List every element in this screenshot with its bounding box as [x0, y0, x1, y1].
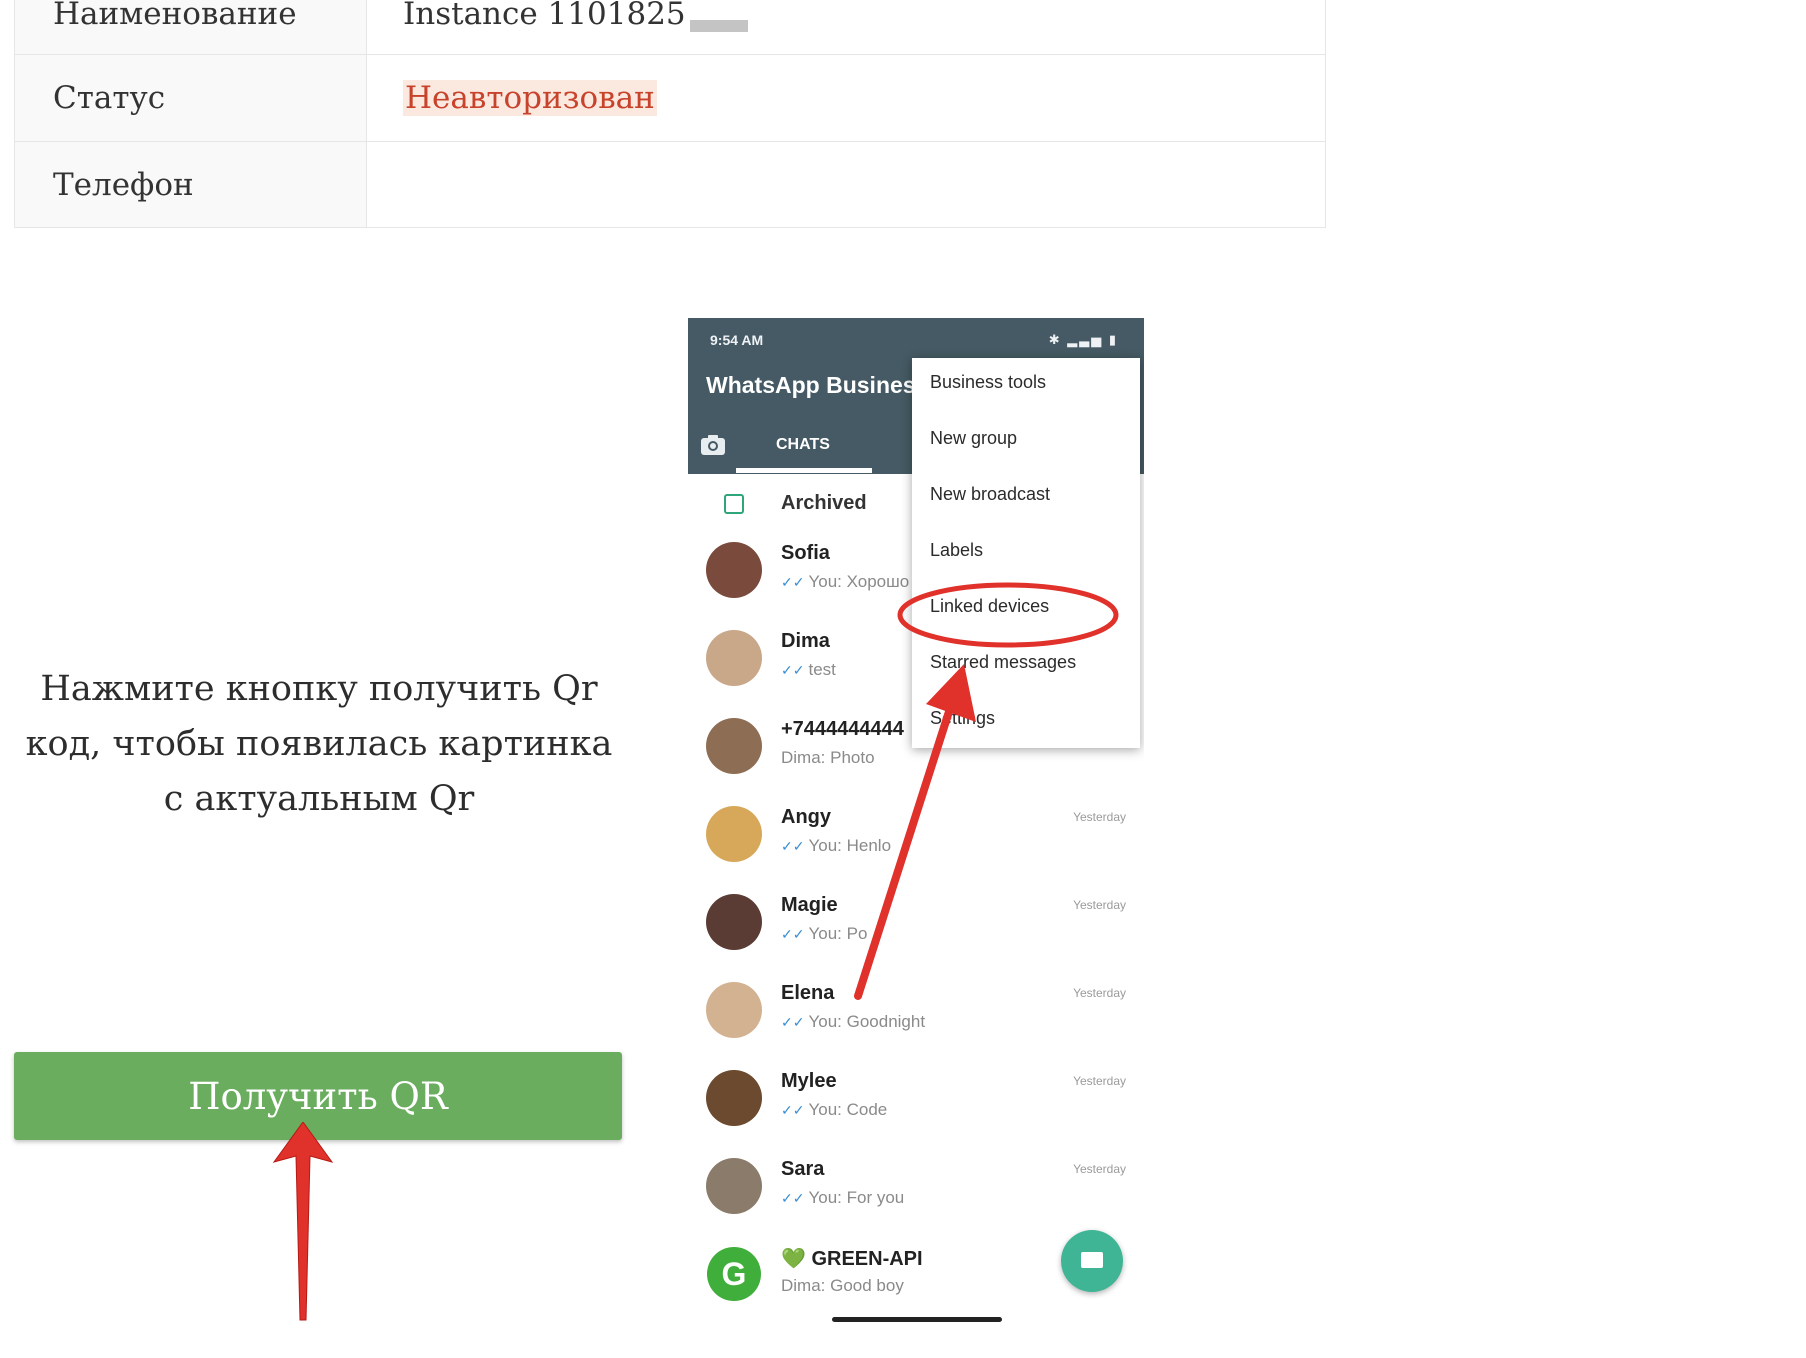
- menu-item-labels: Labels: [930, 540, 984, 560]
- tab-indicator: [736, 468, 872, 473]
- green-api-logo-icon: G: [707, 1247, 761, 1301]
- status-badge: Неавторизован: [403, 80, 657, 116]
- avatar: [706, 630, 762, 686]
- list-item: Sara ✓✓ You: For you Yesterday: [688, 1152, 1144, 1240]
- avatar: [706, 894, 762, 950]
- chat-preview: ✓✓ You: For you: [781, 1188, 904, 1208]
- avatar: [706, 806, 762, 862]
- menu-item-business-tools: Business tools: [930, 372, 1047, 392]
- instruction-text: Нажмите кнопку получить Qr код, чтобы по…: [25, 669, 613, 819]
- status-label: Статус: [15, 55, 367, 141]
- table-row: Телефон: [15, 141, 1325, 227]
- status-value-cell: Неавторизован: [367, 55, 1325, 141]
- phone-label: Телефон: [15, 142, 367, 227]
- home-indicator: [832, 1317, 1002, 1322]
- chat-name: Sara: [781, 1158, 825, 1180]
- chat-time: Yesterday: [1073, 1162, 1126, 1176]
- double-check-icon: ✓✓: [781, 1102, 805, 1118]
- chat-preview-text: You: Хорошо: [808, 572, 910, 591]
- name-label: Наименование: [15, 0, 367, 54]
- chat-time: Yesterday: [1073, 1074, 1126, 1088]
- new-chat-button: [1061, 1230, 1123, 1292]
- avatar: [706, 542, 762, 598]
- table-row: Статус Неавторизован: [15, 54, 1325, 141]
- double-check-icon: ✓✓: [781, 662, 805, 678]
- app-title: WhatsApp Business: [706, 372, 929, 398]
- phone-value: [367, 142, 1325, 227]
- menu-item-new-group: New group: [930, 428, 1018, 448]
- chat-name: Mylee: [781, 1070, 837, 1092]
- archive-icon: [724, 494, 744, 514]
- avatar: [706, 982, 762, 1038]
- chat-preview: ✓✓ You: Code: [781, 1100, 887, 1120]
- chat-preview-text: You: For you: [808, 1188, 905, 1207]
- chat-time: Yesterday: [1073, 898, 1126, 912]
- chat-name: Elena: [781, 982, 835, 1004]
- arrow-up-icon: [272, 1122, 334, 1321]
- chat-preview: Dima: Good boy: [781, 1276, 904, 1295]
- chat-name: Dima: [781, 630, 830, 652]
- chat-name: 💚 GREEN-API: [781, 1248, 923, 1270]
- chat-preview: ✓✓ test: [781, 660, 836, 680]
- chat-time: Yesterday: [1073, 810, 1126, 824]
- double-check-icon: ✓✓: [781, 1190, 805, 1206]
- double-check-icon: ✓✓: [781, 838, 805, 854]
- message-icon: [1081, 1252, 1103, 1268]
- double-check-icon: ✓✓: [781, 926, 805, 942]
- table-row: Наименование Instance 1101825: [15, 0, 1325, 54]
- svg-text:G: G: [722, 1256, 747, 1292]
- camera-icon: [701, 435, 725, 455]
- double-check-icon: ✓✓: [781, 1014, 805, 1030]
- avatar: [706, 1070, 762, 1126]
- tab-chats: CHATS: [776, 436, 830, 453]
- chat-preview-text: You: Code: [808, 1100, 888, 1119]
- chat-preview-text: test: [808, 660, 836, 679]
- instance-name-value: Instance 1101825: [403, 0, 686, 32]
- highlight-ellipse: [897, 582, 1119, 648]
- archived-label: Archived: [781, 492, 867, 514]
- redaction-bar: [689, 20, 748, 32]
- instance-info-table: Наименование Instance 1101825 Статус Неа…: [14, 0, 1326, 228]
- name-value-cell: Instance 1101825: [367, 0, 1325, 54]
- menu-item-new-broadcast: New broadcast: [930, 484, 1051, 504]
- chat-name: Sofia: [781, 542, 830, 564]
- chat-name: Angy: [781, 806, 831, 828]
- list-item: Mylee ✓✓ You: Code Yesterday: [688, 1064, 1144, 1152]
- avatar: [706, 1158, 762, 1214]
- double-check-icon: ✓✓: [781, 574, 805, 590]
- arrow-pointer-icon: [854, 664, 976, 1000]
- chat-preview: ✓✓ You: Хорошо: [781, 572, 909, 592]
- chat-name: Magie: [781, 894, 838, 916]
- status-time: 9:54 AM: [710, 332, 764, 348]
- status-bar-icons: ✱ ▂▃▅ ▮: [1048, 332, 1118, 347]
- avatar: [706, 718, 762, 774]
- chat-time: Yesterday: [1073, 986, 1126, 1000]
